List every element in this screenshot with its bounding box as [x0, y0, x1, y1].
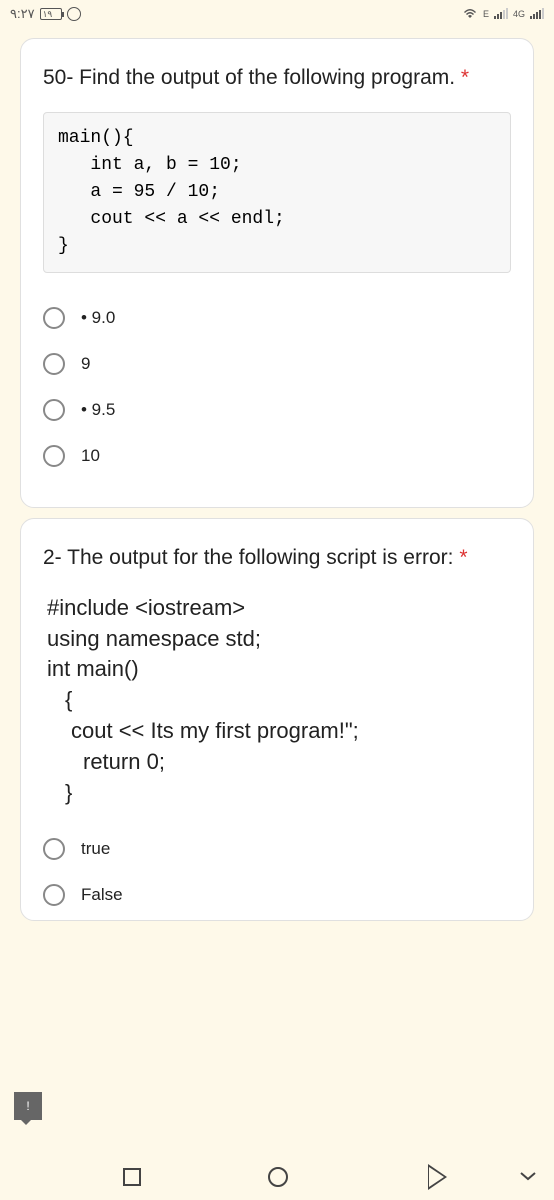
nav-back-button[interactable] — [415, 1166, 431, 1188]
nav-recent-button[interactable] — [123, 1168, 141, 1186]
navigation-bar — [0, 1154, 554, 1200]
code-line: cout << Its my first program!"; — [47, 716, 511, 747]
required-mark: * — [461, 66, 469, 89]
code-line: return 0; — [47, 747, 511, 778]
radio-icon — [43, 399, 65, 421]
code-line: } — [47, 778, 511, 809]
signal-label-2: 4G — [513, 9, 525, 19]
option-label: true — [81, 839, 110, 859]
battery-icon: ١٩ — [40, 8, 62, 20]
option-q50-2[interactable]: • 9.5 — [43, 387, 511, 433]
question-card-50: 50- Find the output of the following pro… — [20, 38, 534, 508]
alarm-icon — [67, 7, 81, 21]
signal-bars-icon-2 — [530, 7, 544, 22]
option-q50-3[interactable]: 10 — [43, 433, 511, 479]
feedback-button[interactable]: ! — [14, 1092, 42, 1120]
radio-icon — [43, 445, 65, 467]
code-text-q2: #include <iostream> using namespace std;… — [43, 593, 511, 809]
option-q50-0[interactable]: • 9.0 — [43, 295, 511, 341]
options-q2: true False — [43, 826, 511, 906]
signal-label-1: E — [483, 9, 489, 19]
question-50-text: 50- Find the output of the following pro… — [43, 63, 511, 92]
status-right: E 4G — [462, 7, 544, 22]
code-line: { — [47, 685, 511, 716]
code-line: #include <iostream> — [47, 593, 511, 624]
question-2-text: 2- The output for the following script i… — [43, 543, 511, 572]
required-mark: * — [459, 546, 467, 569]
radio-icon — [43, 307, 65, 329]
exclaim-icon: ! — [26, 1099, 29, 1113]
radio-icon — [43, 884, 65, 906]
options-q50: • 9.0 9 • 9.5 10 — [43, 295, 511, 479]
nav-chevron-down-icon[interactable] — [520, 1168, 536, 1186]
status-time: ٩:٢٧ — [10, 6, 35, 22]
option-label: 9 — [81, 354, 90, 374]
status-bar: ٩:٢٧ ١٩ E 4G — [0, 0, 554, 28]
option-q50-1[interactable]: 9 — [43, 341, 511, 387]
status-left: ٩:٢٧ ١٩ — [10, 6, 81, 22]
option-label: • 9.5 — [81, 400, 115, 420]
code-line: using namespace std; — [47, 624, 511, 655]
question-card-2: 2- The output for the following script i… — [20, 518, 534, 921]
wifi-icon — [462, 7, 478, 22]
option-q2-false[interactable]: False — [43, 872, 511, 906]
nav-home-button[interactable] — [268, 1167, 288, 1187]
option-q2-true[interactable]: true — [43, 826, 511, 872]
option-label: • 9.0 — [81, 308, 115, 328]
radio-icon — [43, 838, 65, 860]
code-line: int main() — [47, 654, 511, 685]
signal-bars-icon-1 — [494, 7, 508, 22]
radio-icon — [43, 353, 65, 375]
option-label: 10 — [81, 446, 100, 466]
code-block-q50: main(){ int a, b = 10; a = 95 / 10; cout… — [43, 112, 511, 273]
option-label: False — [81, 885, 123, 905]
